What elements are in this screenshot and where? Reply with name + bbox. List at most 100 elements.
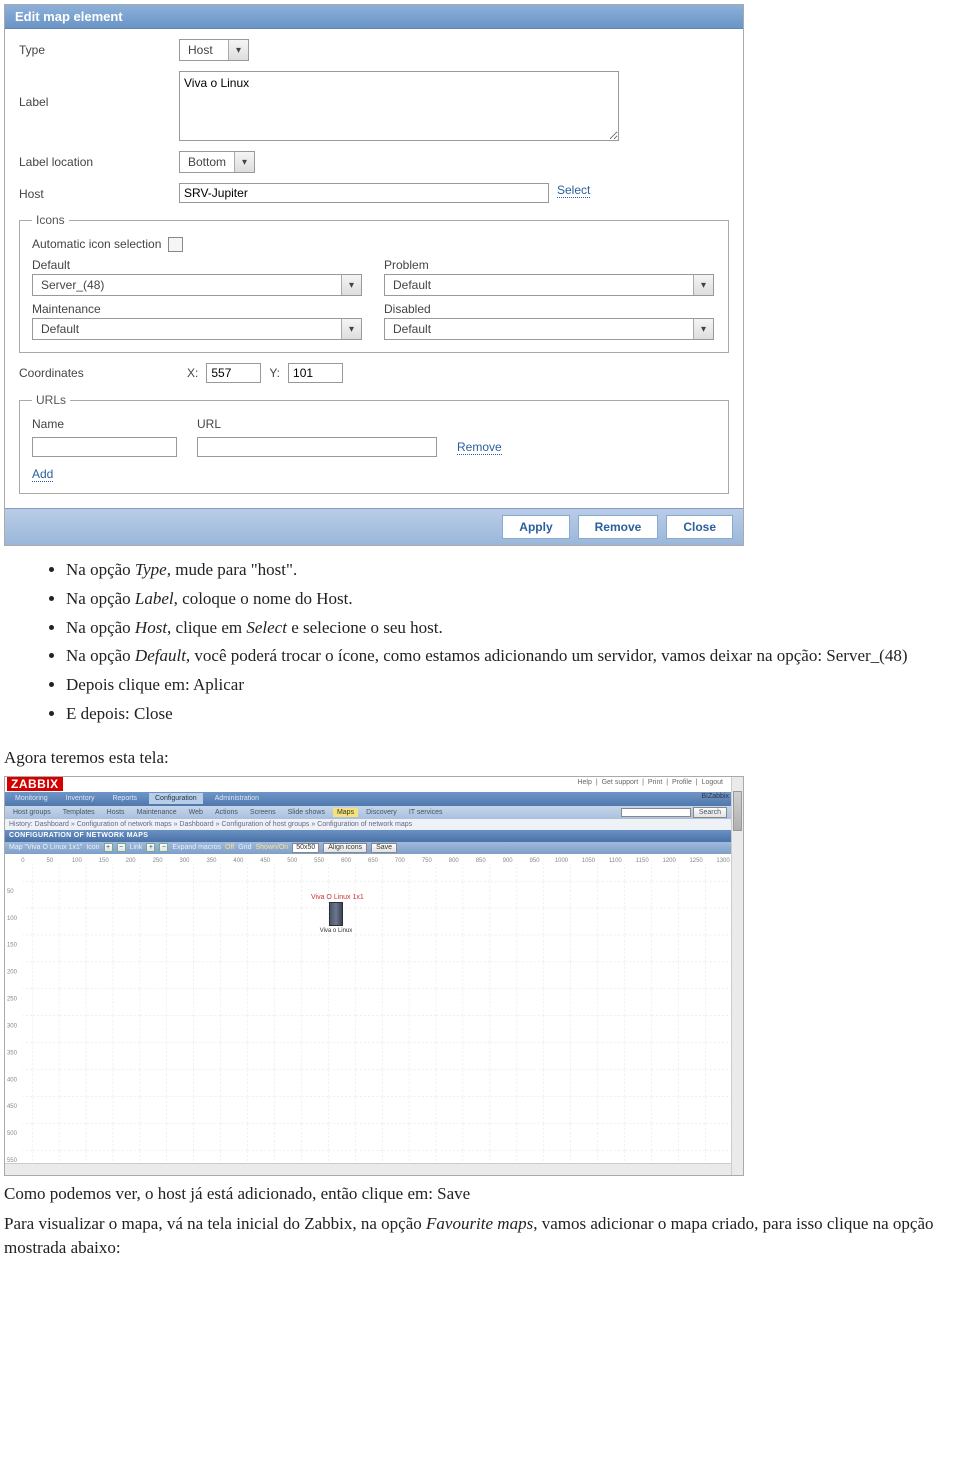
nav2-discovery[interactable]: Discovery <box>362 808 401 817</box>
svg-text:1200: 1200 <box>663 858 677 864</box>
map-host-element[interactable]: Viva O Linux 1x1 Viva o Linux <box>311 894 361 934</box>
corp-label: BIZabbix <box>701 793 729 800</box>
nav-configuration[interactable]: Configuration <box>149 793 203 804</box>
icon-remove-button[interactable]: − <box>117 843 126 852</box>
label-textarea[interactable]: Viva o Linux <box>179 71 619 141</box>
svg-text:1300: 1300 <box>716 858 730 864</box>
type-select[interactable]: Host ▾ <box>179 39 249 61</box>
expand-macros-value[interactable]: Off <box>225 844 234 851</box>
vertical-scrollbar[interactable] <box>731 777 743 1175</box>
grid-size-select[interactable]: 50x50 <box>292 843 319 853</box>
type-select-value: Host <box>180 41 228 59</box>
nav2-maps[interactable]: Maps <box>333 808 358 817</box>
host-label: Host <box>19 183 179 201</box>
nav2-screens[interactable]: Screens <box>246 808 280 817</box>
section-title: CONFIGURATION OF NETWORK MAPS <box>5 830 731 842</box>
svg-text:200: 200 <box>7 970 18 976</box>
urls-fieldset: URLs Name URL Remove Add <box>19 393 729 494</box>
expand-macros-label: Expand macros <box>172 844 221 851</box>
url-name-input[interactable] <box>32 437 177 457</box>
apply-button[interactable]: Apply <box>502 515 569 539</box>
paragraph: Para visualizar o mapa, vá na tela inici… <box>4 1212 956 1260</box>
print-link[interactable]: Print <box>648 779 662 786</box>
nav2-slideshows[interactable]: Slide shows <box>284 808 329 817</box>
horizontal-scrollbar[interactable] <box>5 1163 731 1175</box>
svg-text:50: 50 <box>7 889 14 895</box>
coord-y-input[interactable] <box>288 363 343 383</box>
svg-text:500: 500 <box>287 858 298 864</box>
list-item: E depois: Close <box>66 702 950 727</box>
nav2-templates[interactable]: Templates <box>59 808 99 817</box>
icon-problem-select[interactable]: Default ▾ <box>384 274 714 296</box>
profile-link[interactable]: Profile <box>672 779 692 786</box>
icon-default-select[interactable]: Server_(48) ▾ <box>32 274 362 296</box>
svg-text:300: 300 <box>7 1023 18 1029</box>
urls-legend: URLs <box>32 393 70 407</box>
url-url-input[interactable] <box>197 437 437 457</box>
nav2-itservices[interactable]: IT services <box>405 808 447 817</box>
close-button[interactable]: Close <box>666 515 733 539</box>
nav-inventory[interactable]: Inventory <box>60 793 101 804</box>
select-host-link[interactable]: Select <box>557 183 590 198</box>
coordinates-label: Coordinates <box>19 366 179 380</box>
history-breadcrumb: History: Dashboard » Configuration of ne… <box>5 819 731 830</box>
svg-text:1000: 1000 <box>555 858 569 864</box>
svg-text:1250: 1250 <box>689 858 703 864</box>
nav-administration[interactable]: Administration <box>209 793 265 804</box>
coord-x-input[interactable] <box>206 363 261 383</box>
save-button[interactable]: Save <box>371 843 397 853</box>
nav2-web[interactable]: Web <box>185 808 207 817</box>
label-location-select[interactable]: Bottom ▾ <box>179 151 255 173</box>
support-link[interactable]: Get support <box>602 779 639 786</box>
nav2-maintenance[interactable]: Maintenance <box>133 808 181 817</box>
icon-maintenance-select[interactable]: Default ▾ <box>32 318 362 340</box>
svg-text:350: 350 <box>206 858 217 864</box>
icon-add-button[interactable]: + <box>104 843 113 852</box>
coord-y-label: Y: <box>269 366 280 380</box>
icon-disabled-value: Default <box>385 320 439 338</box>
chevron-down-icon: ▾ <box>693 275 713 295</box>
nav2-hosts[interactable]: Hosts <box>103 808 129 817</box>
url-add-link[interactable]: Add <box>32 467 53 482</box>
svg-text:600: 600 <box>341 858 352 864</box>
dialog-title: Edit map element <box>5 5 743 29</box>
label-label: Label <box>19 71 179 109</box>
nav-monitoring[interactable]: Monitoring <box>9 793 54 804</box>
svg-text:900: 900 <box>503 858 514 864</box>
search-button[interactable]: Search <box>693 807 727 818</box>
remove-button[interactable]: Remove <box>578 515 659 539</box>
coord-x-label: X: <box>187 366 198 380</box>
list-item: Depois clique em: Aplicar <box>66 673 950 698</box>
map-host-bottomlabel: Viva o Linux <box>311 928 361 934</box>
icon-default-value: Server_(48) <box>33 276 112 294</box>
nav-reports[interactable]: Reports <box>106 793 143 804</box>
list-item: Na opção Default, você poderá trocar o í… <box>66 644 950 669</box>
svg-text:700: 700 <box>395 858 406 864</box>
chevron-down-icon: ▾ <box>693 319 713 339</box>
link-remove-button[interactable]: − <box>159 843 168 852</box>
logout-link[interactable]: Logout <box>702 779 723 786</box>
icon-disabled-label: Disabled <box>384 302 716 316</box>
url-remove-link[interactable]: Remove <box>457 440 502 455</box>
map-canvas[interactable]: 0501001502002503003504004505005506006507… <box>5 854 731 1163</box>
host-input[interactable] <box>179 183 549 203</box>
map-toolbar: Map "Viva O Linux 1x1" Icon + − Link + −… <box>5 842 731 854</box>
search-input[interactable] <box>621 808 691 817</box>
align-icons-button[interactable]: Align icons <box>323 843 367 853</box>
svg-text:200: 200 <box>126 858 137 864</box>
svg-text:850: 850 <box>476 858 487 864</box>
svg-text:250: 250 <box>153 858 164 864</box>
svg-text:750: 750 <box>422 858 433 864</box>
nav2-actions[interactable]: Actions <box>211 808 242 817</box>
zabbix-map-screenshot: ZABBIX Help | Get support | Print | Prof… <box>4 776 744 1176</box>
icon-disabled-select[interactable]: Default ▾ <box>384 318 714 340</box>
top-links: Help | Get support | Print | Profile | L… <box>575 779 725 786</box>
nav2-hostgroups[interactable]: Host groups <box>9 808 55 817</box>
icons-fieldset: Icons Automatic icon selection Default S… <box>19 213 729 353</box>
link-add-button[interactable]: + <box>146 843 155 852</box>
grid-value[interactable]: Shown/On <box>256 844 289 851</box>
auto-icon-checkbox[interactable] <box>168 237 183 252</box>
instruction-list: Na opção Type, mude para "host". Na opçã… <box>40 558 960 726</box>
edit-map-element-dialog: Edit map element Type Host ▾ Label Viva … <box>4 4 744 546</box>
help-link[interactable]: Help <box>577 779 591 786</box>
